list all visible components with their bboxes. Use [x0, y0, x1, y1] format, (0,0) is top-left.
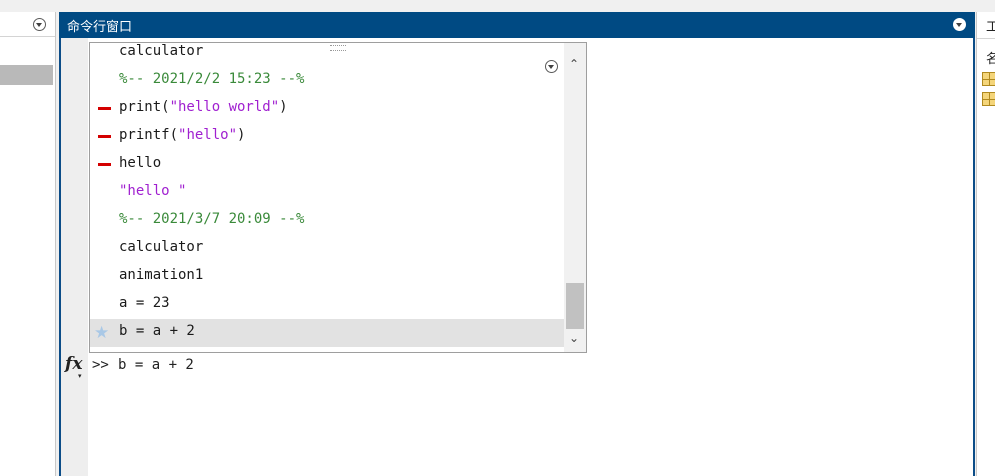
scrollbar-thumb[interactable] [566, 283, 584, 329]
code-text: print( [119, 99, 170, 115]
code-text: ) [279, 99, 288, 115]
history-line-text: %-- 2021/3/7 20:09 --% [119, 211, 305, 227]
command-input[interactable]: b = a + 2 [118, 357, 194, 373]
left-panel [0, 12, 56, 476]
command-window-border-left [59, 38, 61, 476]
command-history-popup[interactable]: calculator %-- 2021/2/2 15:23 --% print("h… [89, 42, 587, 353]
history-line[interactable]: hello [90, 151, 564, 179]
dropdown-circle-icon[interactable] [545, 60, 558, 73]
history-line[interactable]: animation1 [90, 263, 564, 291]
string-literal: "hello world" [169, 99, 280, 115]
history-line-text: hello [119, 155, 162, 171]
variable-grid-icon[interactable] [982, 92, 995, 106]
history-line[interactable]: a = 23 [90, 291, 564, 319]
dropdown-circle-icon[interactable] [953, 18, 966, 31]
workspace-panel-title: 工 [986, 20, 995, 35]
history-line[interactable]: "hello " [90, 179, 564, 207]
workspace-panel-header: 工 [977, 12, 995, 39]
error-marker-icon [98, 135, 111, 138]
history-line[interactable]: calculator [90, 235, 564, 263]
history-line-text: b = a + 2 [119, 323, 195, 339]
command-window-gutter [59, 38, 88, 476]
star-icon[interactable]: ★ [94, 323, 109, 343]
scroll-up-icon[interactable]: ⌃ [569, 57, 579, 71]
left-panel-header [0, 12, 55, 37]
fx-caret-icon[interactable]: ▾ [78, 372, 82, 380]
history-line[interactable]: %-- 2021/3/7 20:09 --% [90, 207, 564, 235]
left-panel-selected-row[interactable] [0, 65, 53, 85]
error-marker-icon [98, 107, 111, 110]
command-prompt: >> [92, 357, 109, 373]
variable-grid-icon[interactable] [982, 72, 995, 86]
history-line[interactable]: %-- 2021/2/2 15:23 --% [90, 67, 564, 95]
history-line-text: print("hello world") [119, 99, 288, 115]
command-window-title: 命令行窗口 [67, 20, 133, 35]
history-line[interactable]: ★ b = a + 2 [90, 319, 564, 347]
history-line-text: animation1 [119, 267, 204, 283]
scroll-down-icon[interactable]: ⌄ [569, 331, 579, 345]
string-literal: "hello" [178, 127, 238, 143]
history-line-text: calculator [119, 43, 204, 59]
history-line[interactable]: printf("hello") [90, 123, 564, 151]
history-line-text: "hello " [119, 183, 187, 199]
command-window-title-bar: 命令行窗口 [59, 12, 975, 38]
workspace-column-header[interactable]: 名 [986, 48, 995, 67]
workspace-panel: 工 名 [976, 12, 995, 476]
command-window-border-right [973, 38, 975, 476]
history-line-text: printf("hello") [119, 127, 245, 143]
code-text: ) [237, 127, 246, 143]
history-line[interactable]: print("hello world") [90, 95, 564, 123]
dropdown-circle-icon[interactable] [33, 18, 46, 31]
history-line-text: %-- 2021/2/2 15:23 --% [119, 71, 305, 87]
history-line-text: a = 23 [119, 295, 170, 311]
error-marker-icon [98, 163, 111, 166]
fx-icon[interactable]: fx [65, 354, 82, 374]
history-scrollbar[interactable]: ⌃ ⌄ [564, 43, 586, 352]
history-line[interactable]: calculator [90, 43, 564, 67]
history-line-text: calculator [119, 239, 204, 255]
code-text: printf( [119, 127, 179, 143]
